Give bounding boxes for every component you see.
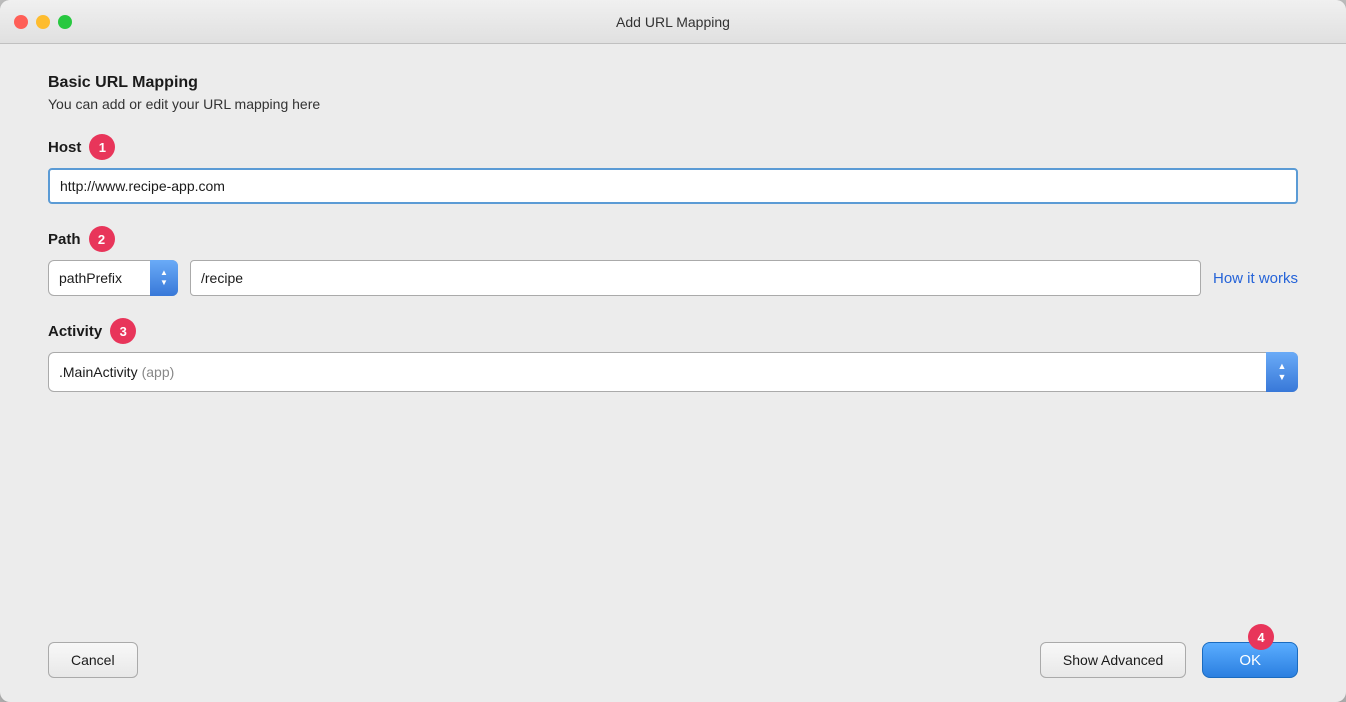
show-advanced-button[interactable]: Show Advanced	[1040, 642, 1186, 678]
path-label-row: Path 2	[48, 226, 1298, 252]
path-field-group: Path 2 pathPrefix literal pathPattern Ho…	[48, 226, 1298, 296]
host-input[interactable]	[48, 168, 1298, 204]
activity-select-wrapper: .MainActivity (app)	[48, 352, 1298, 392]
how-it-works-link[interactable]: How it works	[1213, 270, 1298, 287]
activity-display[interactable]: .MainActivity (app)	[48, 352, 1298, 392]
path-row: pathPrefix literal pathPattern How it wo…	[48, 260, 1298, 296]
right-buttons: Show Advanced 4 OK	[1040, 642, 1298, 678]
minimize-button[interactable]	[36, 15, 50, 29]
step-badge-4: 4	[1248, 624, 1274, 650]
step-badge-2: 2	[89, 226, 115, 252]
maximize-button[interactable]	[58, 15, 72, 29]
activity-main-text: .MainActivity	[59, 364, 138, 380]
button-row: Cancel Show Advanced 4 OK	[48, 626, 1298, 678]
dialog-window: Add URL Mapping Basic URL Mapping You ca…	[0, 0, 1346, 702]
cancel-button[interactable]: Cancel	[48, 642, 138, 678]
path-label: Path	[48, 231, 81, 248]
step-badge-3: 3	[110, 318, 136, 344]
ok-button-wrapper: 4 OK	[1202, 642, 1298, 678]
path-input[interactable]	[190, 260, 1201, 296]
title-bar: Add URL Mapping	[0, 0, 1346, 44]
activity-label: Activity	[48, 323, 102, 340]
step-badge-1: 1	[89, 134, 115, 160]
path-type-wrapper: pathPrefix literal pathPattern	[48, 260, 178, 296]
section-title: Basic URL Mapping	[48, 74, 1298, 92]
host-label-row: Host 1	[48, 134, 1298, 160]
activity-hint-text: (app)	[142, 364, 175, 380]
close-button[interactable]	[14, 15, 28, 29]
dialog-title: Add URL Mapping	[616, 14, 730, 30]
ok-button[interactable]: OK	[1202, 642, 1298, 678]
activity-label-row: Activity 3	[48, 318, 1298, 344]
window-controls	[14, 15, 72, 29]
section-subtitle: You can add or edit your URL mapping her…	[48, 96, 1298, 112]
activity-field-group: Activity 3 .MainActivity (app)	[48, 318, 1298, 392]
path-type-select[interactable]: pathPrefix literal pathPattern	[48, 260, 178, 296]
dialog-content: Basic URL Mapping You can add or edit yo…	[0, 44, 1346, 702]
host-field-group: Host 1	[48, 134, 1298, 204]
host-label: Host	[48, 139, 81, 156]
